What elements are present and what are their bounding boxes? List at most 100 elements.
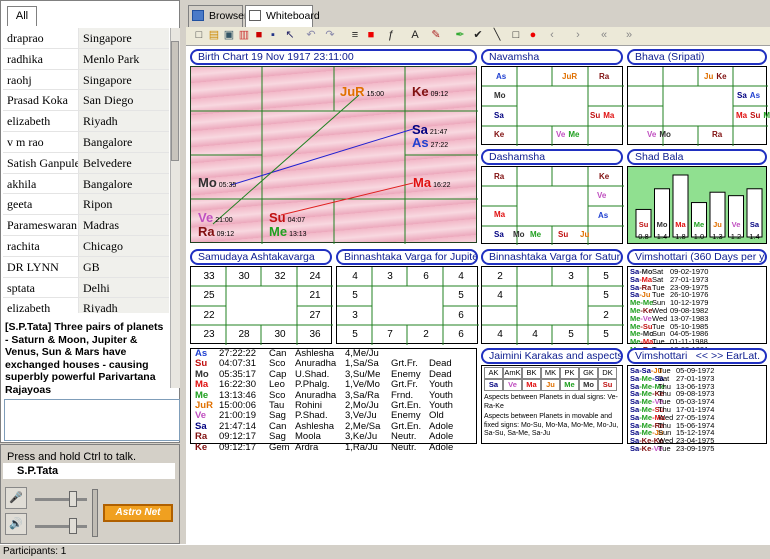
dashamsha-planet: Ve bbox=[597, 191, 609, 200]
shadbala-bar bbox=[728, 195, 744, 238]
planet-label: Sa bbox=[494, 230, 504, 239]
user-location: Riyadh bbox=[79, 111, 169, 131]
planet-label: Ju bbox=[704, 72, 714, 81]
navamsha-planet: As bbox=[496, 72, 509, 81]
user-row[interactable]: akhila Bangalore bbox=[3, 173, 169, 195]
user-name: draprao bbox=[3, 28, 79, 48]
planet-table-cell: 21:47:14 bbox=[219, 421, 256, 432]
planet-table-row: Sa 21:47:14 Can Ashlesha 2,Me/Sa Grt.En. Adole bbox=[195, 422, 472, 432]
tab-all[interactable]: All bbox=[7, 6, 37, 26]
redo-icon[interactable]: ↷ bbox=[323, 29, 337, 43]
planet-degree: 04:07 bbox=[287, 217, 306, 224]
user-row[interactable]: v m rao Bangalore bbox=[3, 131, 169, 153]
user-name: elizabeth bbox=[3, 298, 79, 313]
color-icon[interactable]: ■ bbox=[364, 29, 378, 43]
user-row[interactable]: raohj Singapore bbox=[3, 69, 169, 91]
pdf-icon[interactable]: ■ bbox=[252, 29, 266, 43]
planet-degree: 09:12 bbox=[430, 91, 449, 98]
binna_ju-value: 7 bbox=[387, 329, 393, 340]
binna_ju-value: 5 bbox=[352, 290, 358, 301]
vimshottari-nav[interactable]: << >> EarLat. bbox=[696, 350, 760, 362]
line-icon[interactable]: ╲ bbox=[490, 29, 504, 43]
user-row[interactable]: sptata Delhi bbox=[3, 277, 169, 299]
dashamsha-planet: Su bbox=[558, 230, 571, 239]
binna_ju-value: 4 bbox=[352, 271, 358, 282]
microphone-icon[interactable]: 🎤 bbox=[5, 487, 27, 509]
end-icon[interactable]: » bbox=[622, 29, 636, 43]
user-location: Bangalore bbox=[79, 131, 169, 152]
undo-icon[interactable]: ↶ bbox=[304, 29, 318, 43]
bhava-planet: Ju Ke bbox=[704, 72, 730, 81]
user-row[interactable]: radhika Menlo Park bbox=[3, 48, 169, 70]
tab-whiteboard[interactable]: Whiteboard bbox=[245, 5, 320, 27]
line-style-icon[interactable]: ≡ bbox=[348, 29, 362, 43]
save-icon[interactable]: ▣ bbox=[222, 29, 236, 43]
planet-name: Ma bbox=[413, 175, 432, 190]
user-row[interactable]: Satish Ganpule Belvedere bbox=[3, 152, 169, 174]
planet-degree: 27:22 bbox=[430, 142, 449, 149]
shadbala-value: 1.8 bbox=[675, 232, 685, 241]
planet-table-cell: Ashlesha bbox=[295, 421, 335, 432]
user-row[interactable]: draprao Singapore bbox=[3, 28, 169, 49]
user-row[interactable]: elizabeth Riyadh bbox=[3, 298, 169, 313]
scrollbar-thumb[interactable] bbox=[171, 41, 179, 161]
text-icon[interactable]: A bbox=[408, 29, 422, 43]
dashamsha-header: Dashamsha bbox=[481, 149, 623, 165]
user-row[interactable]: rachita Chicago bbox=[3, 235, 169, 257]
binna_ju-value: 3 bbox=[387, 271, 393, 282]
movable-aspects: Aspects between Planets in movable and f… bbox=[484, 413, 619, 437]
chat-input[interactable] bbox=[4, 399, 180, 441]
marker-icon[interactable]: ✒ bbox=[453, 29, 467, 43]
mic-volume-track bbox=[35, 498, 87, 501]
disk-icon[interactable]: ▪ bbox=[266, 29, 280, 43]
shadbala-label: Sa bbox=[750, 220, 760, 229]
binna_ju-value: 3 bbox=[352, 310, 358, 321]
jaimini-header: Jaimini Karakas and aspects bbox=[481, 348, 623, 364]
user-row[interactable]: geeta Ripon bbox=[3, 194, 169, 216]
user-name: Parameswaran bbox=[3, 215, 79, 235]
rect-icon[interactable]: □ bbox=[509, 29, 523, 43]
planet-table-row: Ve 21:00:19 Sag P.Shad. 3,Ve/Ju Enemy Old bbox=[195, 411, 472, 421]
planet-degree: 13:13 bbox=[289, 231, 307, 238]
planet-table-cell: Adole bbox=[429, 421, 454, 432]
planet-table-cell: Youth bbox=[429, 401, 453, 412]
user-row[interactable]: elizabeth Riyadh bbox=[3, 111, 169, 132]
open-icon[interactable]: ▤ bbox=[207, 29, 221, 43]
karaka-value: Ju bbox=[541, 379, 560, 391]
browser-icon bbox=[192, 10, 204, 21]
speaker-volume-slider[interactable] bbox=[69, 518, 77, 534]
forward-icon[interactable]: › bbox=[571, 29, 585, 43]
check-icon[interactable]: ✔ bbox=[471, 29, 485, 43]
user-row[interactable]: Parameswaran Madras bbox=[3, 215, 169, 236]
sarvashtaka-value: 30 bbox=[274, 329, 286, 340]
print-icon[interactable]: ▥ bbox=[237, 29, 251, 43]
user-name: Prasad Koka bbox=[3, 90, 79, 111]
tab-browser[interactable]: Browser bbox=[188, 5, 248, 27]
planet-table-cell: Dead bbox=[429, 359, 452, 370]
dot-icon[interactable]: ● bbox=[526, 29, 540, 43]
user-row[interactable]: DR LYNN GB bbox=[3, 256, 169, 278]
binna_sa-value: 4 bbox=[497, 329, 503, 340]
planet-table-cell: Ra bbox=[195, 432, 208, 443]
karaka-head: AK bbox=[484, 367, 503, 379]
planet-name: Ra bbox=[198, 224, 215, 239]
planet-table-cell: Ma bbox=[195, 380, 209, 391]
jaimini-box: AK AmK BK MK PK GK DK Sa Ve Ma Ju Me Mo Su Aspects be… bbox=[481, 365, 623, 444]
new-icon[interactable]: □ bbox=[192, 29, 206, 43]
back-icon[interactable]: ‹ bbox=[545, 29, 559, 43]
mic-volume-slider[interactable] bbox=[69, 491, 77, 507]
planet-table-cell: Rohini bbox=[295, 401, 322, 412]
planet-name: JuR bbox=[340, 84, 365, 99]
shadbala-label: Me bbox=[694, 220, 704, 229]
planet-table-cell: Ashlesha bbox=[295, 349, 335, 359]
font-icon[interactable]: ƒ bbox=[384, 29, 398, 43]
next-icon[interactable]: « bbox=[597, 29, 611, 43]
binna_sa-value: 5 bbox=[603, 329, 609, 340]
user-row[interactable]: Prasad Koka San Diego bbox=[3, 90, 169, 112]
karaka-value: Ma bbox=[522, 379, 541, 391]
navamsha-planet: Mo bbox=[494, 91, 509, 100]
pointer-icon[interactable]: ↖ bbox=[283, 29, 297, 43]
pen-icon[interactable]: ✎ bbox=[429, 29, 443, 43]
sarvashtaka-value: 27 bbox=[309, 310, 321, 321]
speaker-icon[interactable]: 🔊 bbox=[5, 513, 27, 535]
